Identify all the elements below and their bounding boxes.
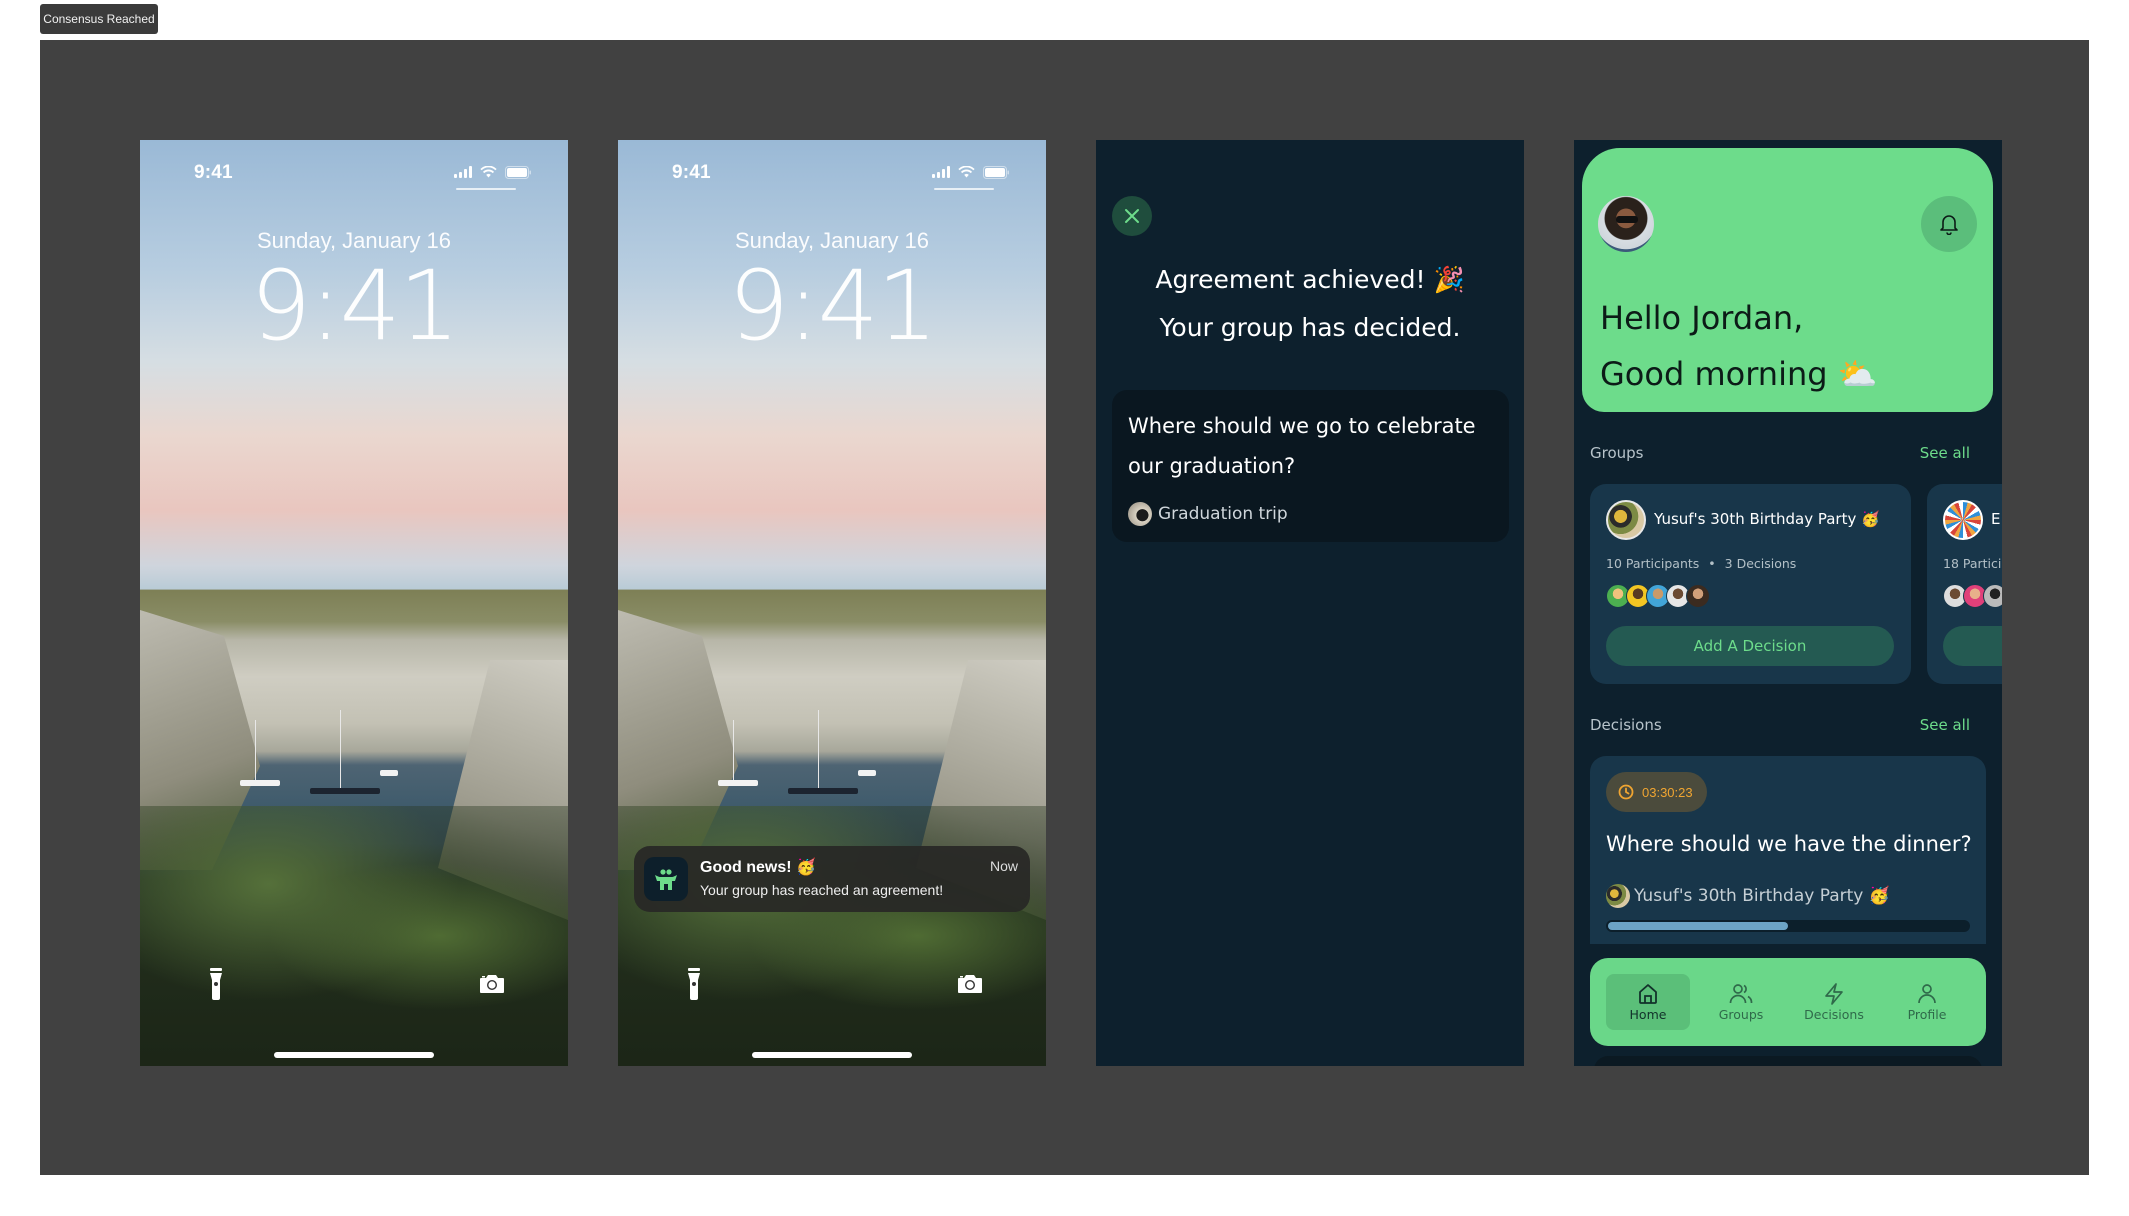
participants-count: 10 Participants [1606,556,1700,571]
group-name: Yusuf's 30th Birthday Party 🥳 [1654,510,1880,528]
groups-section-label: Groups [1590,444,1644,462]
groups-see-all-link[interactable]: See all [1920,444,1970,462]
decision-group: Yusuf's 30th Birthday Party 🥳 [1606,884,1890,908]
flashlight-icon [688,968,700,1000]
nav-groups[interactable]: Groups [1699,974,1783,1030]
nav-label: Groups [1718,1006,1764,1022]
add-decision-button[interactable]: Add A Decision [1606,626,1894,666]
add-decision-button[interactable] [1943,626,2002,666]
camera-icon [480,975,504,993]
progress-fill [1608,922,1788,930]
nav-label: Profile [1907,1006,1947,1022]
bottom-navigation: Home Groups Decisions Profile [1590,958,1986,1046]
nav-decisions[interactable]: Decisions [1792,974,1876,1030]
nav-profile[interactable]: Profile [1885,974,1969,1030]
greeting-line1: Hello Jordan, [1600,299,1804,337]
agreement-title-line1: Agreement achieved! 🎉 [1155,265,1465,294]
decision-question: Where should we go to celebrate our grad… [1128,414,1476,478]
decisions-see-all-link[interactable]: See all [1920,716,1970,734]
decisions-count: 3 Decisions [1724,556,1797,571]
group-people-icon [655,869,677,890]
decision-question: Where should we have the dinner? [1606,832,1972,856]
camera-button[interactable] [946,960,994,1008]
signal-icon [932,166,950,178]
participant-avatars [1943,584,2002,608]
notifications-button[interactable] [1921,196,1977,252]
group-card[interactable]: E 18 Particip [1927,484,2002,684]
home-indicator[interactable] [752,1052,912,1058]
battery-icon [983,165,1010,179]
greeting-line2: Good morning ⛅ [1600,355,1878,393]
notification-time: Now [989,858,1018,874]
wifi-icon [958,166,975,178]
home-indicator[interactable] [274,1052,434,1058]
group-meta: 10 Participants • 3 Decisions [1606,556,1797,571]
nav-label: Decisions [1804,1006,1864,1022]
group-name: Graduation trip [1158,504,1288,524]
close-button[interactable] [1112,196,1152,236]
avatar[interactable] [1598,196,1654,252]
decision-progress-bar [1606,920,1970,932]
agreement-screen: Agreement achieved! 🎉 Your group has dec… [1096,140,1524,1066]
app-icon [644,857,688,901]
group-avatar [1606,500,1646,540]
group-meta: 18 Particip [1943,556,2002,571]
group-avatar [1943,500,1983,540]
camera-button[interactable] [468,960,516,1008]
decision-card[interactable]: Where should we go to celebrate our grad… [1112,390,1509,542]
group-name: Yusuf's 30th Birthday Party 🥳 [1634,886,1890,906]
status-time: 9:41 [194,162,233,183]
notification-body: Your group has reached an agreement! [700,882,944,898]
lockscreen-notification-phone: 9:41 Sunday, January 16 9:41 Good news! … [618,140,1046,1066]
lock-time: 9:41 [250,250,460,362]
close-icon [1125,209,1139,223]
countdown-text: 03:30:23 [1642,784,1693,800]
greeting-header: Hello Jordan, Good morning ⛅ [1582,148,1993,412]
group-name: E [1991,510,2001,528]
home-icon [1639,983,1657,1004]
flashlight-button[interactable] [192,960,240,1008]
wifi-icon [480,166,497,178]
lock-time: 9:41 [728,250,938,362]
nav-label: Home [1629,1006,1667,1022]
notification-title: Good news! 🥳 [700,859,816,876]
agreement-title-line2: Your group has decided. [1159,313,1461,342]
flashlight-icon [210,968,222,1000]
battery-icon [505,165,532,179]
signal-icon [454,166,472,178]
greeting: Hello Jordan, Good morning ⛅ [1600,290,1878,402]
participant-avatars [1606,584,1710,608]
camera-icon [958,975,982,993]
group-avatar [1606,884,1630,908]
nav-home[interactable]: Home [1606,974,1690,1030]
home-screen: Hello Jordan, Good morning ⛅ Groups See … [1574,140,2002,1066]
lockscreen-phone: 9:41 Sunday, January 16 9:41 [140,140,568,1066]
status-icons [932,164,1010,180]
status-time: 9:41 [672,162,711,183]
group-avatar [1128,502,1152,526]
users-icon [1729,983,1753,1003]
flashlight-button[interactable] [670,960,718,1008]
clock-icon [1618,784,1634,800]
lightning-icon [1825,982,1843,1005]
group-card[interactable]: Yusuf's 30th Birthday Party 🥳 10 Partici… [1590,484,1911,684]
countdown-badge: 03:30:23 [1606,772,1707,812]
decision-group: Graduation trip [1128,502,1288,526]
frame-label: Consensus Reached [40,4,158,34]
notification-banner[interactable]: Good news! 🥳 Your group has reached an a… [634,846,1030,912]
status-icons [454,164,532,180]
bell-icon [1940,215,1958,235]
agreement-title: Agreement achieved! 🎉 Your group has dec… [1096,256,1524,352]
user-icon [1918,983,1936,1003]
decision-card[interactable]: 03:30:23 Where should we have the dinner… [1590,756,1986,944]
decisions-section-label: Decisions [1590,716,1662,734]
